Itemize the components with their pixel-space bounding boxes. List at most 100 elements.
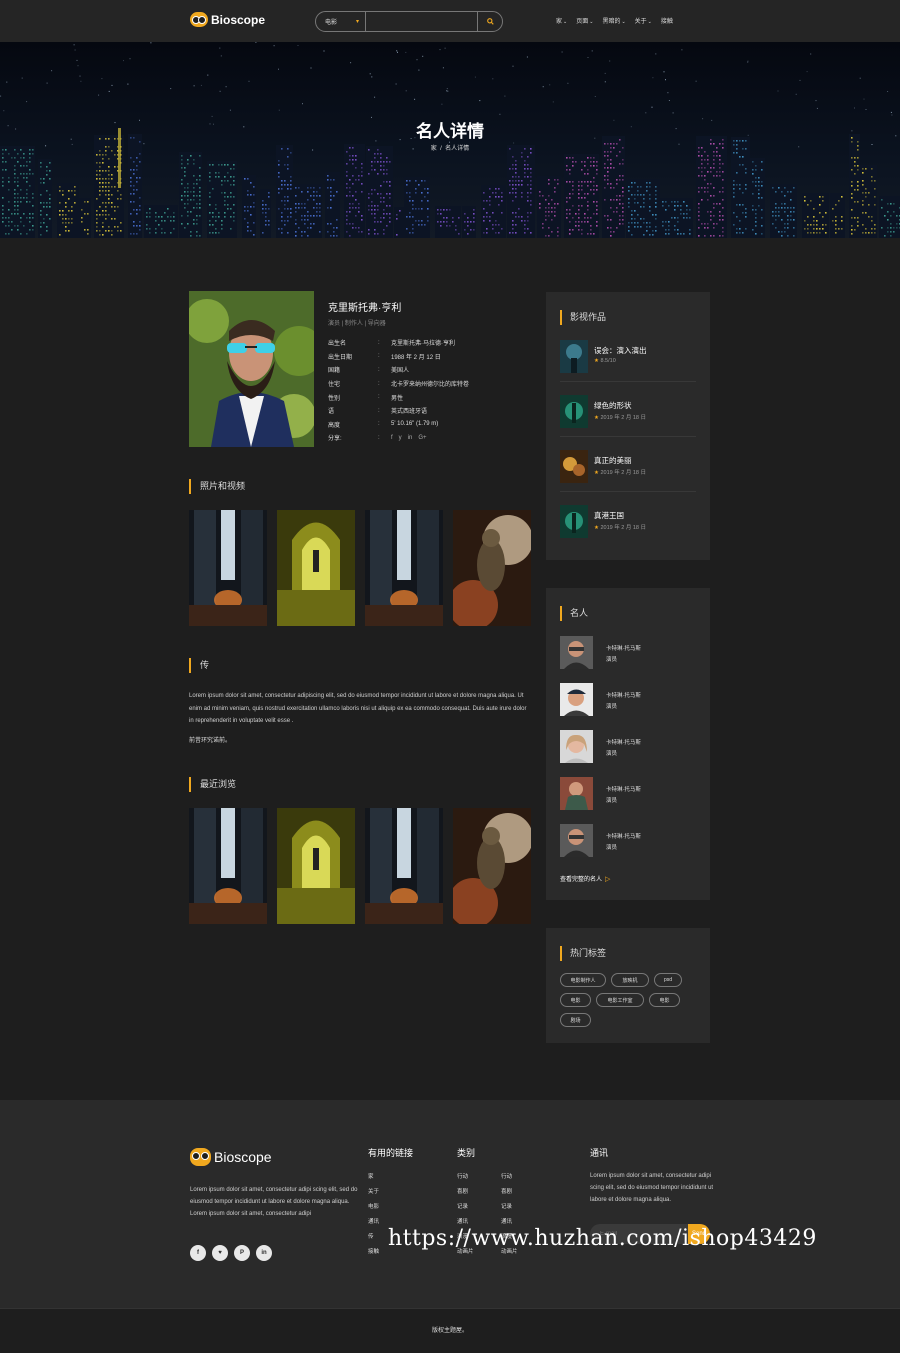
celebrity-item[interactable]: 卡特琳·托马斯 演员: [560, 730, 696, 764]
footer-link[interactable]: 家: [368, 1172, 379, 1187]
search-category-select[interactable]: 电影 ▾: [316, 12, 366, 31]
detail-row: 语: 英式西班牙语: [328, 407, 428, 416]
page-title: 名人详情: [416, 122, 484, 141]
category-link[interactable]: 记录: [457, 1202, 474, 1217]
bio-section-title: 传: [189, 658, 209, 673]
search-button[interactable]: [477, 12, 502, 31]
film-poster: [560, 340, 588, 373]
category-link[interactable]: 喜剧: [501, 1187, 518, 1202]
star-icon: ★: [594, 358, 599, 364]
nav-item-about[interactable]: 关于⌄: [635, 16, 652, 25]
film-item[interactable]: 绿色的形状 ★ 2019 年 2 月 18 日: [560, 395, 696, 437]
gallery-photo[interactable]: [277, 510, 355, 626]
copyright-text: 版权主题屋。: [431, 1328, 468, 1334]
site-logo[interactable]: Bioscope: [190, 12, 265, 27]
celebrities-title: 名人: [560, 606, 588, 621]
tag-pill[interactable]: psd: [654, 973, 682, 987]
detail-row: 国籍: 美国人: [328, 366, 410, 375]
film-poster: [560, 505, 588, 538]
category-link[interactable]: 喜剧: [457, 1187, 474, 1202]
detail-row: 住宅: 北卡罗来纳州德尔比的库特卷: [328, 380, 470, 389]
avatar: [560, 730, 593, 763]
film-item[interactable]: 真正的美丽 ★ 2019 年 2 月 18 日: [560, 450, 696, 492]
recent-photo[interactable]: [189, 808, 267, 924]
tag-pill[interactable]: 电影: [560, 993, 591, 1007]
tag-pill[interactable]: 电影工作室: [596, 993, 644, 1007]
category-link[interactable]: 行动: [501, 1172, 518, 1187]
film-poster: [560, 450, 588, 483]
celebrity-item[interactable]: 卡特琳·托马斯 演员: [560, 683, 696, 717]
tag-pill[interactable]: 剧场: [560, 1013, 591, 1027]
detail-row: 出生名: 克里斯托弗·马拉德·亨利: [328, 339, 455, 348]
photos-section-title: 照片和视频: [189, 479, 245, 494]
avatar: [560, 777, 593, 810]
footer-link[interactable]: 接触: [368, 1247, 379, 1262]
star-icon: ★: [594, 470, 599, 476]
footer-about-text: Lorem ipsum dolor sit amet, consectetur …: [190, 1187, 358, 1217]
nav-item-pages[interactable]: 页面⌄: [576, 16, 593, 25]
gallery-photo[interactable]: [189, 510, 267, 626]
breadcrumb-separator: /: [440, 146, 442, 152]
breadcrumb-home-link[interactable]: 家: [431, 146, 437, 152]
watermark-text: https://www.huzhan.com/ishop43429: [388, 1226, 817, 1251]
page-banner: 名人详情 家 / 名人详情: [0, 42, 900, 238]
chevron-down-icon: ▾: [355, 19, 359, 25]
linkedin-icon[interactable]: in: [256, 1245, 272, 1261]
celebrity-item[interactable]: 卡特琳·托马斯 演员: [560, 824, 696, 858]
see-all-celebrities-link[interactable]: 查看完整的名人 ▷: [560, 874, 610, 884]
celebrity-item[interactable]: 卡特琳·托马斯 演员: [560, 636, 696, 670]
linkedin-icon[interactable]: in: [408, 435, 413, 441]
gallery-photo[interactable]: [365, 510, 443, 626]
bio-more-link[interactable]: 前昔环究诺前。: [189, 735, 231, 744]
pinterest-icon[interactable]: P: [234, 1245, 250, 1261]
star-icon: ★: [594, 525, 599, 531]
footer-links-list: 家 关于 电影 通讯 传 接触: [368, 1172, 379, 1262]
logo-text: Bioscope: [211, 12, 266, 27]
chevron-down-icon: ⌄: [647, 19, 652, 25]
google-plus-icon[interactable]: G+: [418, 435, 426, 441]
recent-photo[interactable]: [365, 808, 443, 924]
recent-photo[interactable]: [453, 808, 531, 924]
footer-links-title: 有用的链接: [368, 1148, 414, 1158]
celebrities-panel: 名人 卡特琳·托马斯 演员 卡特琳·托马斯 演员 卡特琳·托马斯 演员 卡特琳·…: [546, 588, 710, 900]
filmography-title: 影视作品: [560, 310, 606, 325]
nav-item-dark[interactable]: 黑暗的⌄: [602, 16, 625, 25]
tag-pill[interactable]: 电影: [649, 993, 680, 1007]
film-item[interactable]: 真港王国 ★ 2019 年 2 月 18 日: [560, 505, 696, 547]
chevron-down-icon: ⌄: [589, 19, 594, 25]
footer-category-title: 类别: [457, 1148, 476, 1158]
detail-row: 高度:5' 10.16" (1.79 m): [328, 421, 439, 429]
twitter-icon[interactable]: y: [399, 435, 402, 441]
celebrity-roles: 演员 | 制作人 | 导向器: [328, 321, 386, 327]
copyright-bar: 版权主题屋。: [0, 1308, 900, 1353]
celebrity-details: 出生名: 克里斯托弗·马拉德·亨利 出生日期:1988 年 2 月 12 日 国籍…: [328, 336, 469, 445]
nav-item-home[interactable]: 家⌄: [556, 16, 567, 25]
category-link[interactable]: 行动: [457, 1172, 474, 1187]
star-icon: ★: [594, 415, 599, 421]
chevron-down-icon: ⌄: [563, 19, 568, 25]
recent-section-title: 最近浏览: [189, 777, 236, 792]
gallery-photo[interactable]: [453, 510, 531, 626]
search-bar: 电影 ▾: [315, 11, 503, 32]
recent-photo[interactable]: [277, 808, 355, 924]
facebook-icon[interactable]: f: [190, 1245, 206, 1261]
heart-icon[interactable]: ♥: [212, 1245, 228, 1261]
film-item[interactable]: 误会：演入演出 ★ 8.5/10: [560, 340, 696, 382]
celebrity-item[interactable]: 卡特琳·托马斯 演员: [560, 777, 696, 811]
search-category-value: 电影: [325, 20, 338, 26]
celebrity-portrait: [189, 291, 314, 447]
nav-item-contact[interactable]: 接触: [661, 16, 673, 25]
newsletter-text: Lorem ipsum dolor sit amet, consectetur …: [590, 1173, 714, 1203]
footer-link[interactable]: 传: [368, 1232, 379, 1247]
facebook-icon[interactable]: f: [391, 435, 393, 441]
breadcrumb: 家 / 名人详情: [0, 143, 900, 152]
category-link[interactable]: 记录: [501, 1202, 518, 1217]
footer-logo[interactable]: Bioscope: [190, 1148, 272, 1166]
tag-pill[interactable]: 放映机: [611, 973, 649, 987]
search-input[interactable]: [366, 12, 477, 31]
footer-link[interactable]: 关于: [368, 1187, 379, 1202]
footer-link[interactable]: 通讯: [368, 1217, 379, 1232]
tag-pill[interactable]: 电影制作人: [560, 973, 606, 987]
footer-link[interactable]: 电影: [368, 1202, 379, 1217]
filmography-panel: 影视作品 误会：演入演出 ★ 8.5/10 绿色的形状 ★ 2019 年 2 月…: [546, 292, 710, 560]
